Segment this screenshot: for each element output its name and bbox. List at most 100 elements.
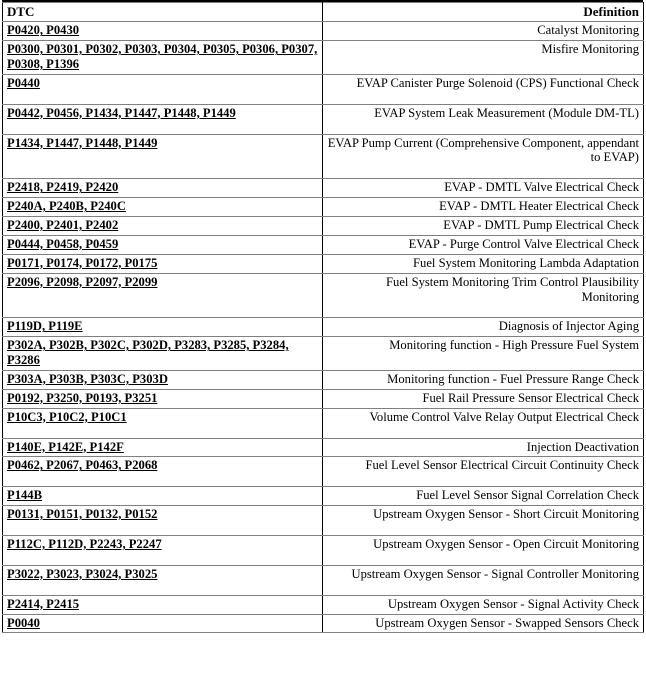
dtc-code-text: P303A, P303B, P303C, P303D <box>7 371 168 386</box>
cell-definition: EVAP Canister Purge Solenoid (CPS) Funct… <box>322 73 644 105</box>
table-row: P0131, P0151, P0132, P0152 Upstream Oxyge… <box>2 505 644 536</box>
cell-definition: EVAP - Purge Control Valve Electrical Ch… <box>322 234 644 255</box>
cell-definition: Misfire Monitoring <box>322 40 644 75</box>
cell-dtc-codes: P2400, P2401, P2402 <box>2 216 323 236</box>
dtc-code-text: P3022, P3023, P3024, P3025 <box>7 566 158 581</box>
cell-definition: Monitoring function - High Pressure Fuel… <box>322 336 644 371</box>
dtc-code-text: P140E, P142E, P142F <box>7 439 124 454</box>
cell-dtc-codes: P0442, P0456, P1434, P1447, P1448, P1449 <box>2 103 323 135</box>
cell-dtc-codes: P1434, P1447, P1448, P1449 <box>2 133 323 180</box>
cell-dtc-codes: P119D, P119E <box>2 317 323 338</box>
dtc-code-text: P0040 <box>7 615 40 630</box>
cell-definition: EVAP - DMTL Heater Electrical Check <box>322 197 644 218</box>
table-body: P0420, P0430 Catalyst Monitoring P0300, P0… <box>2 21 644 634</box>
table-row: P0300, P0301, P0302, P0303, P0304, P0305… <box>2 40 644 75</box>
dtc-code-text: P0440 <box>7 75 40 90</box>
cell-dtc-codes: P2414, P2415 <box>2 594 323 615</box>
table-row: P1434, P1447, P1448, P1449 EVAP Pump Curr… <box>2 133 644 180</box>
cell-definition: Fuel System Monitoring Lambda Adaptation <box>322 253 644 274</box>
cell-dtc-codes: P0440 <box>2 73 323 105</box>
cell-dtc-codes: P10C3, P10C2, P10C1 <box>2 407 323 439</box>
dtc-code-text: P112C, P112D, P2243, P2247 <box>7 536 162 551</box>
table-row: P303A, P303B, P303C, P303D Monitoring fun… <box>2 369 644 390</box>
table-row: P0444, P0458, P0459 EVAP - Purge Control … <box>2 234 644 255</box>
dtc-code-text: P144B <box>7 488 42 503</box>
cell-definition: Fuel System Monitoring Trim Control Plau… <box>322 272 644 319</box>
table-row: P144B Fuel Level Sensor Signal Correlatio… <box>2 486 644 507</box>
cell-definition: Upstream Oxygen Sensor - Signal Controll… <box>322 564 644 596</box>
cell-definition: Upstream Oxygen Sensor - Open Circuit Mo… <box>322 534 644 566</box>
cell-definition: Upstream Oxygen Sensor - Signal Activity… <box>322 594 644 615</box>
dtc-code-text: P0462, P2067, P0463, P2068 <box>7 458 158 473</box>
cell-dtc-codes: P302A, P302B, P302C, P302D, P3283, P3285… <box>2 336 323 371</box>
table-row: P0462, P2067, P0463, P2068 Fuel Level Sen… <box>2 456 644 488</box>
table-header: DTC Definition <box>2 1 644 23</box>
dtc-code-text: P2418, P2419, P2420 <box>7 180 119 195</box>
cell-dtc-codes: P0300, P0301, P0302, P0303, P0304, P0305… <box>2 40 323 75</box>
cell-definition: EVAP System Leak Measurement (Module DM-… <box>322 103 644 135</box>
cell-definition: Diagnosis of Injector Aging <box>322 317 644 338</box>
dtc-code-text: P119D, P119E <box>7 319 83 334</box>
table-row: P3022, P3023, P3024, P3025 Upstream Oxyge… <box>2 564 644 596</box>
table-row: P240A, P240B, P240C EVAP - DMTL Heater El… <box>2 197 644 218</box>
dtc-code-text: P0300, P0301, P0302, P0303, P0304, P0305… <box>7 42 318 72</box>
cell-dtc-codes: P112C, P112D, P2243, P2247 <box>2 534 323 566</box>
cell-definition: EVAP - DMTL Valve Electrical Check <box>322 178 644 199</box>
dtc-definition-table: DTC Definition P0420, P0430 Catalyst Moni… <box>2 1 644 634</box>
cell-definition: Volume Control Valve Relay Output Electr… <box>322 407 644 439</box>
table-header-row: DTC Definition <box>2 1 644 23</box>
cell-dtc-codes: P0040 <box>2 613 323 634</box>
dtc-code-text: P302A, P302B, P302C, P302D, P3283, P3285… <box>7 338 289 368</box>
cell-definition: EVAP Pump Current (Comprehensive Compone… <box>322 133 644 180</box>
cell-dtc-codes: P0444, P0458, P0459 <box>2 234 323 255</box>
table-row: P10C3, P10C2, P10C1 Volume Control Valve … <box>2 407 644 439</box>
table-row: P0442, P0456, P1434, P1447, P1448, P1449… <box>2 103 644 135</box>
cell-definition: Fuel Rail Pressure Sensor Electrical Che… <box>322 388 644 409</box>
table-row: P2400, P2401, P2402 EVAP - DMTL Pump Elec… <box>2 216 644 236</box>
cell-definition: Fuel Level Sensor Signal Correlation Che… <box>322 486 644 507</box>
dtc-code-text: P0444, P0458, P0459 <box>7 236 119 251</box>
column-header-dtc: DTC <box>2 1 323 23</box>
dtc-code-text: P2414, P2415 <box>7 596 80 611</box>
cell-dtc-codes: P0171, P0174, P0172, P0175 <box>2 253 323 274</box>
table-row: P119D, P119E Diagnosis of Injector Aging <box>2 317 644 338</box>
table-row: P0192, P3250, P0193, P3251 Fuel Rail Pres… <box>2 388 644 409</box>
dtc-code-text: P240A, P240B, P240C <box>7 199 126 214</box>
table-row: P0171, P0174, P0172, P0175 Fuel System Mo… <box>2 253 644 274</box>
cell-definition: Catalyst Monitoring <box>322 21 644 42</box>
cell-dtc-codes: P2418, P2419, P2420 <box>2 178 323 199</box>
cell-dtc-codes: P140E, P142E, P142F <box>2 437 323 458</box>
table-row: P0420, P0430 Catalyst Monitoring <box>2 21 644 42</box>
table-row: P112C, P112D, P2243, P2247 Upstream Oxyge… <box>2 534 644 566</box>
cell-dtc-codes: P3022, P3023, P3024, P3025 <box>2 564 323 596</box>
cell-dtc-codes: P303A, P303B, P303C, P303D <box>2 369 323 390</box>
table-row: P140E, P142E, P142F Injection Deactivatio… <box>2 437 644 458</box>
column-header-definition: Definition <box>322 1 644 23</box>
dtc-code-text: P0420, P0430 <box>7 23 80 38</box>
cell-definition: Upstream Oxygen Sensor - Short Circuit M… <box>322 505 644 536</box>
cell-definition: EVAP - DMTL Pump Electrical Check <box>322 216 644 236</box>
document-page: DTC Definition P0420, P0430 Catalyst Moni… <box>0 0 646 676</box>
table-row: P0040 Upstream Oxygen Sensor - Swapped Se… <box>2 613 644 634</box>
dtc-code-text: P0131, P0151, P0132, P0152 <box>7 507 158 522</box>
cell-dtc-codes: P0462, P2067, P0463, P2068 <box>2 456 323 488</box>
table-row: P0440 EVAP Canister Purge Solenoid (CPS) … <box>2 73 644 105</box>
dtc-code-text: P0442, P0456, P1434, P1447, P1448, P1449 <box>7 105 236 120</box>
table-row: P2096, P2098, P2097, P2099 Fuel System Mo… <box>2 272 644 319</box>
cell-definition: Fuel Level Sensor Electrical Circuit Con… <box>322 456 644 488</box>
dtc-code-text: P0192, P3250, P0193, P3251 <box>7 390 158 405</box>
table-row: P302A, P302B, P302C, P302D, P3283, P3285… <box>2 336 644 371</box>
table-row: P2414, P2415 Upstream Oxygen Sensor - Sig… <box>2 594 644 615</box>
dtc-code-text: P2400, P2401, P2402 <box>7 218 119 233</box>
dtc-code-text: P2096, P2098, P2097, P2099 <box>7 274 158 289</box>
cell-dtc-codes: P2096, P2098, P2097, P2099 <box>2 272 323 319</box>
dtc-code-text: P10C3, P10C2, P10C1 <box>7 409 127 424</box>
dtc-code-text: P0171, P0174, P0172, P0175 <box>7 255 158 270</box>
cell-dtc-codes: P144B <box>2 486 323 507</box>
cell-definition: Monitoring function - Fuel Pressure Rang… <box>322 369 644 390</box>
cell-definition: Upstream Oxygen Sensor - Swapped Sensors… <box>322 613 644 634</box>
cell-dtc-codes: P0131, P0151, P0132, P0152 <box>2 505 323 536</box>
cell-dtc-codes: P240A, P240B, P240C <box>2 197 323 218</box>
cell-dtc-codes: P0192, P3250, P0193, P3251 <box>2 388 323 409</box>
cell-definition: Injection Deactivation <box>322 437 644 458</box>
